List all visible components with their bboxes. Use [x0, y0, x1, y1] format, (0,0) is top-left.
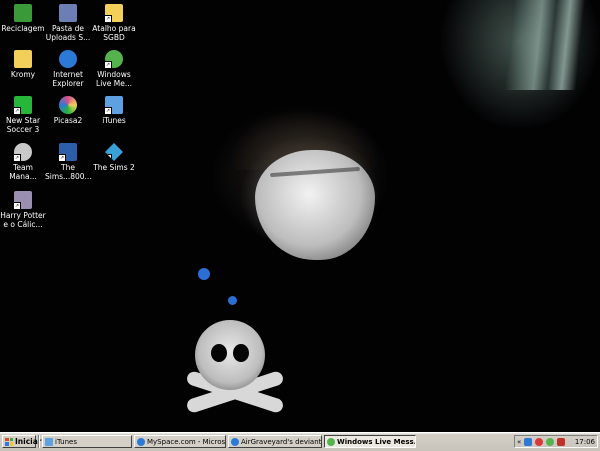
task-label: iTunes	[55, 437, 77, 446]
desktop-icon-sgbd-shortcut[interactable]: ↗ Atalho para SGBD	[91, 4, 137, 42]
desktop-icon-label: Internet Explorer	[52, 70, 84, 88]
wallpaper-window-light	[505, 0, 585, 90]
shortcut-arrow-icon: ↗	[58, 154, 66, 162]
desktop-icon-recycle-bin[interactable]: Reciclagem	[0, 4, 46, 33]
skull-eye	[211, 344, 227, 362]
skull-eye	[233, 344, 249, 362]
messenger-tray-icon[interactable]	[546, 437, 555, 446]
windows-logo-icon	[5, 437, 13, 446]
wallpaper-blue-spot	[198, 268, 210, 280]
new-star-soccer-icon: ↗	[13, 96, 32, 115]
desktop-icon-label: Atalho para SGBD	[92, 24, 136, 42]
wallpaper-skull	[195, 320, 265, 390]
task-itunes[interactable]: iTunes	[42, 435, 132, 448]
task-deviantart[interactable]: AirGraveyard's deviantAR...	[228, 435, 322, 448]
shortcut-arrow-icon: ↗	[13, 202, 21, 210]
clock[interactable]: 17:06	[575, 438, 595, 446]
task-windows-live-messenger[interactable]: Windows Live Mess...	[324, 435, 416, 448]
desktop-icon-uploads-folder[interactable]: Pasta de Uploads S...	[45, 4, 91, 42]
harry-potter-icon: ↗	[13, 191, 32, 210]
show-hidden-icons-button[interactable]: «	[517, 438, 521, 446]
desktop-icon-internet-explorer[interactable]: Internet Explorer	[45, 50, 91, 88]
task-myspace-ie[interactable]: MySpace.com - Microsoft...	[134, 435, 226, 448]
the-sims-2-icon: ↗	[105, 143, 123, 161]
uploads-folder-icon	[59, 4, 77, 22]
shortcut-arrow-icon: ↗	[13, 107, 21, 115]
shortcut-arrow-icon: ↗	[104, 107, 112, 115]
desktop-icon-label: The Sims 2	[93, 163, 135, 172]
folder-shortcut-icon: ↗	[104, 4, 123, 23]
picasa-icon	[59, 96, 77, 114]
the-sims-800-icon: ↗	[58, 143, 77, 162]
taskbar: Iniciar iTunes MySpace.com - Microsoft..…	[0, 432, 600, 451]
desktop-icon-new-star-soccer[interactable]: ↗ New Star Soccer 3	[0, 96, 46, 134]
desktop-icon-label: Team Mana...	[9, 163, 37, 181]
itunes-icon	[45, 437, 53, 446]
desktop-icon-kromy[interactable]: Kromy	[0, 50, 46, 79]
desktop-icon-the-sims-2[interactable]: ↗ The Sims 2	[91, 143, 137, 172]
task-label: Windows Live Mess...	[337, 437, 416, 446]
windows-live-messenger-icon	[327, 437, 335, 446]
desktop-icon-label: Windows Live Me...	[96, 70, 132, 88]
desktop-icon-label: The Sims...800...	[45, 163, 92, 181]
desktop-icon-team-manager[interactable]: ↗ Team Mana...	[0, 143, 46, 181]
task-label: MySpace.com - Microsoft...	[147, 437, 226, 446]
network-icon[interactable]	[524, 437, 533, 446]
recycle-bin-icon	[14, 4, 32, 22]
shortcut-arrow-icon: ↗	[105, 154, 112, 161]
antivirus-icon[interactable]	[557, 437, 566, 446]
internet-explorer-icon	[231, 437, 239, 446]
desktop-icon-label: Picasa2	[53, 116, 83, 125]
desktop-icon-the-sims-800[interactable]: ↗ The Sims...800...	[45, 143, 92, 181]
desktop-icon-itunes[interactable]: ↗ iTunes	[91, 96, 137, 125]
taskbar-separator	[38, 435, 40, 448]
desktop-icon-label: Pasta de Uploads S...	[45, 24, 91, 42]
shortcut-arrow-icon: ↗	[104, 15, 112, 23]
folder-icon	[14, 50, 32, 68]
wallpaper-blue-spot	[228, 296, 237, 305]
desktop-icon-label: Reciclagem	[1, 24, 45, 33]
desktop-icon-label: iTunes	[102, 116, 126, 125]
desktop-icon-label: Harry Potter e o Cálic...	[0, 211, 46, 229]
security-shield-icon[interactable]	[535, 437, 544, 446]
shortcut-arrow-icon: ↗	[13, 154, 21, 162]
internet-explorer-icon	[59, 50, 77, 68]
desktop-icon-label: New Star Soccer 3	[5, 116, 41, 134]
task-label: AirGraveyard's deviantAR...	[241, 437, 322, 446]
desktop-icon-picasa[interactable]: Picasa2	[45, 96, 91, 125]
itunes-icon: ↗	[104, 96, 123, 115]
desktop-icon-label: Kromy	[10, 70, 36, 79]
desktop-icon-windows-live-messenger[interactable]: ↗ Windows Live Me...	[91, 50, 137, 88]
desktop-icon-harry-potter[interactable]: ↗ Harry Potter e o Cálic...	[0, 191, 46, 229]
internet-explorer-icon	[137, 437, 145, 446]
team-manager-icon: ↗	[13, 143, 32, 162]
start-button[interactable]: Iniciar	[2, 435, 41, 448]
shortcut-arrow-icon: ↗	[104, 61, 112, 69]
windows-live-messenger-icon: ↗	[104, 50, 123, 69]
system-tray: « 17:06	[514, 435, 598, 448]
